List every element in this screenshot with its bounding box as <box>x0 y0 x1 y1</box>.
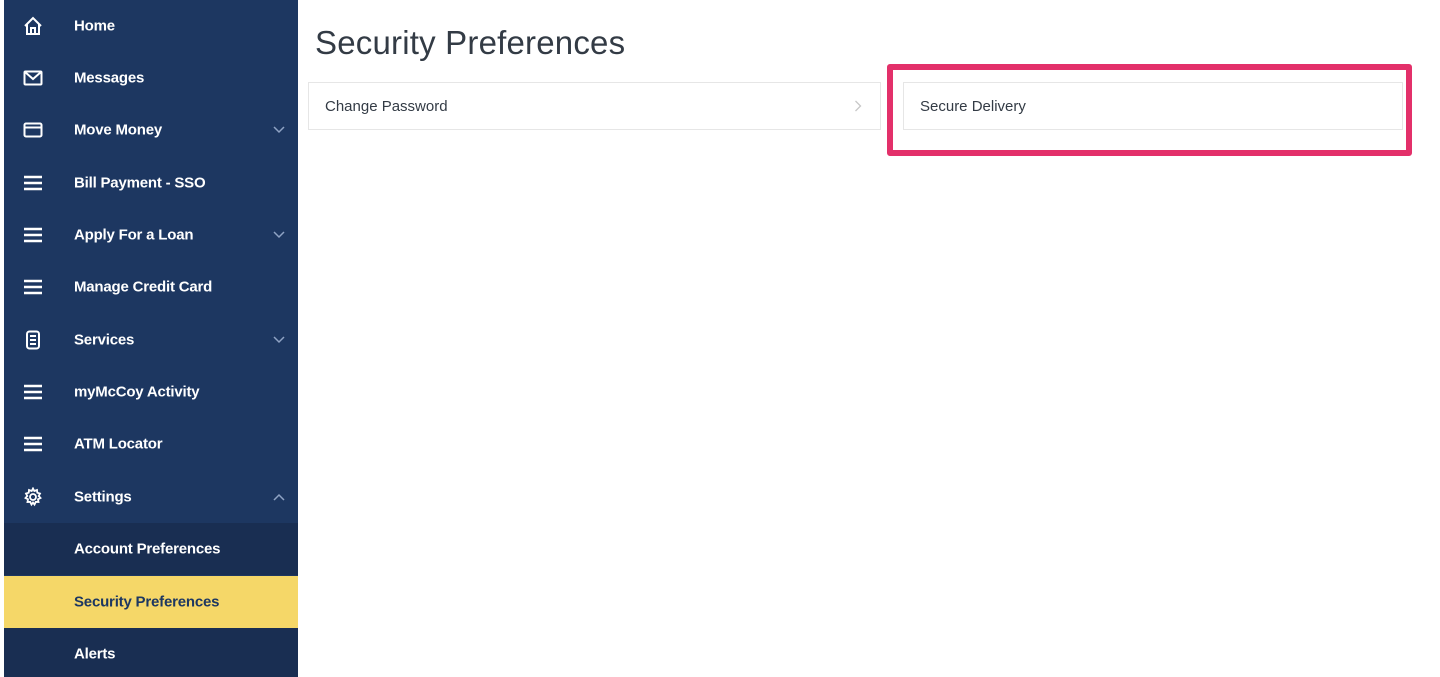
sidebar-item-messages[interactable]: Messages <box>4 52 298 104</box>
app-window: Home Messages Move Money Bill Payment - … <box>0 0 1440 677</box>
sidebar-subitem-label: Security Preferences <box>74 593 220 611</box>
home-icon <box>22 15 44 37</box>
sidebar-subitem-alerts[interactable]: Alerts <box>4 628 298 677</box>
sidebar-item-settings[interactable]: Settings <box>4 471 298 523</box>
sidebar-item-atm-locator[interactable]: ATM Locator <box>4 418 298 470</box>
sidebar-item-label: Home <box>74 17 115 35</box>
menu-icon <box>22 276 44 298</box>
menu-icon <box>22 381 44 403</box>
change-password-tile[interactable]: Change Password <box>308 82 881 130</box>
sidebar-subitem-label: Alerts <box>74 645 116 663</box>
menu-icon <box>22 433 44 455</box>
card-icon <box>22 119 44 141</box>
phone-icon <box>22 329 44 351</box>
page-title: Security Preferences <box>315 24 626 61</box>
gear-icon <box>22 486 44 508</box>
chevron-right-icon <box>855 100 862 112</box>
tile-label: Secure Delivery <box>920 97 1026 115</box>
chevron-up-icon[interactable] <box>272 492 286 502</box>
sidebar: Home Messages Move Money Bill Payment - … <box>4 0 298 677</box>
secure-delivery-tile[interactable]: Secure Delivery <box>903 82 1403 130</box>
menu-icon <box>22 224 44 246</box>
sidebar-item-bill-payment[interactable]: Bill Payment - SSO <box>4 157 298 209</box>
chevron-down-icon[interactable] <box>272 125 286 135</box>
envelope-icon <box>22 67 44 89</box>
sidebar-item-label: myMcCoy Activity <box>74 383 200 401</box>
sidebar-item-label: Services <box>74 331 135 349</box>
sidebar-subitem-account-preferences[interactable]: Account Preferences <box>4 523 298 575</box>
sidebar-item-apply-loan[interactable]: Apply For a Loan <box>4 209 298 261</box>
menu-icon <box>22 172 44 194</box>
sidebar-item-home[interactable]: Home <box>4 0 298 52</box>
sidebar-item-manage-credit-card[interactable]: Manage Credit Card <box>4 261 298 313</box>
sidebar-item-mymccoy-activity[interactable]: myMcCoy Activity <box>4 366 298 418</box>
tile-label: Change Password <box>325 97 448 115</box>
sidebar-item-label: Settings <box>74 488 132 506</box>
sidebar-item-label: Bill Payment - SSO <box>74 174 206 192</box>
sidebar-item-label: Messages <box>74 69 145 87</box>
chevron-down-icon[interactable] <box>272 335 286 345</box>
sidebar-item-services[interactable]: Services <box>4 314 298 366</box>
sidebar-item-move-money[interactable]: Move Money <box>4 104 298 156</box>
sidebar-subitem-security-preferences[interactable]: Security Preferences <box>4 576 298 628</box>
sidebar-item-label: Manage Credit Card <box>74 278 213 296</box>
sidebar-item-label: Move Money <box>74 121 163 139</box>
sidebar-item-label: ATM Locator <box>74 435 163 453</box>
sidebar-subitem-label: Account Preferences <box>74 540 221 558</box>
sidebar-item-label: Apply For a Loan <box>74 226 194 244</box>
chevron-down-icon[interactable] <box>272 230 286 240</box>
